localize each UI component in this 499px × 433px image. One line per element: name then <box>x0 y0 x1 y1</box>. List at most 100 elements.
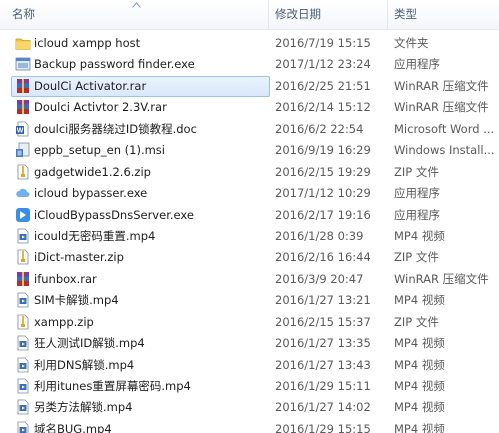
file-date: 2017/1/12 10:29 <box>275 186 371 201</box>
file-name[interactable]: Backup password finder.exe <box>34 54 266 75</box>
rar-icon <box>17 100 29 115</box>
file-name[interactable]: eppb_setup_en (1).msi <box>34 140 266 161</box>
video-icon <box>17 421 29 433</box>
file-type: Microsoft Word ... <box>394 121 495 136</box>
file-name[interactable]: 利用itunes重置屏幕密码.mp4 <box>34 376 266 397</box>
file-name[interactable]: Doulci Activtor 2.3V.rar <box>34 97 266 118</box>
svg-text:W: W <box>17 127 24 134</box>
file-type: ZIP 文件 <box>394 164 439 179</box>
file-type: MP4 视频 <box>394 421 445 433</box>
file-row[interactable]: DoulCi Activator.rar 2016/2/25 21:51 WinRA… <box>0 75 499 97</box>
file-row[interactable]: gadgetwide1.2.6.zip 2016/2/15 19:29 ZIP 文件 <box>0 162 499 183</box>
file-row[interactable]: Wdoulci服务器绕过ID锁教程.doc 2016/6/2 22:54 Micro… <box>0 119 499 140</box>
file-type: WinRAR 压缩文件 <box>394 78 489 93</box>
exe-icon <box>15 58 31 71</box>
file-type: Windows Install... <box>394 143 495 158</box>
file-date: 2017/1/12 23:24 <box>275 57 371 72</box>
file-row[interactable]: 域名BUG.mp4 2016/1/29 15:15 MP4 视频 <box>0 419 499 433</box>
doc-icon: W <box>16 121 29 137</box>
video-icon <box>17 228 29 244</box>
file-row[interactable]: 狂人测试ID解锁.mp4 2016/1/27 13:35 MP4 视频 <box>0 333 499 354</box>
file-row[interactable]: 利用DNS解锁.mp4 2016/1/27 13:43 MP4 视频 <box>0 355 499 376</box>
file-name[interactable]: icloud xampp host <box>34 33 266 54</box>
file-name[interactable]: 利用DNS解锁.mp4 <box>34 355 266 376</box>
file-type: WinRAR 压缩文件 <box>394 271 489 286</box>
file-row[interactable]: icloud xampp host 2016/7/19 15:15 文件夹 <box>0 33 499 54</box>
file-type: MP4 视频 <box>394 336 445 351</box>
file-type: MP4 视频 <box>394 293 445 308</box>
file-name[interactable]: doulci服务器绕过ID锁教程.doc <box>34 119 266 140</box>
file-type: MP4 视频 <box>394 357 445 372</box>
file-date: 2016/9/19 16:29 <box>275 143 371 158</box>
file-type: 文件夹 <box>394 36 429 50</box>
file-row[interactable]: SIM卡解锁.mp4 2016/1/27 13:21 MP4 视频 <box>0 290 499 311</box>
file-date: 2016/1/27 14:02 <box>275 400 371 415</box>
file-name[interactable]: 狂人测试ID解锁.mp4 <box>34 333 266 354</box>
zip-icon <box>17 249 29 265</box>
file-row[interactable]: iDict-master.zip 2016/2/16 16:44 ZIP 文件 <box>0 247 499 268</box>
cloud-icon <box>16 188 30 198</box>
file-name[interactable]: 域名BUG.mp4 <box>34 419 266 433</box>
file-row[interactable]: icloud bypasser.exe 2017/1/12 10:29 应用程序 <box>0 183 499 204</box>
column-header-name[interactable]: 名称 <box>0 0 268 29</box>
file-date: 2016/1/29 15:11 <box>275 379 371 393</box>
msi-icon <box>16 142 30 158</box>
app-icon <box>16 207 30 222</box>
file-row[interactable]: Backup password finder.exe 2017/1/12 23:2… <box>0 54 499 75</box>
file-date: 2016/2/16 16:44 <box>275 250 371 265</box>
file-name[interactable]: SIM卡解锁.mp4 <box>34 290 266 311</box>
file-date: 2016/2/15 19:29 <box>275 164 371 179</box>
zip-icon <box>17 164 29 180</box>
file-date: 2016/6/2 22:54 <box>275 121 364 136</box>
file-date: 2016/1/27 13:35 <box>275 336 371 351</box>
file-date: 2016/1/27 13:43 <box>275 357 371 372</box>
zip-icon <box>17 314 29 330</box>
column-header-bar: 名称 修改日期 类型 <box>0 0 499 30</box>
file-date: 2016/1/28 0:39 <box>275 228 364 243</box>
file-type: MP4 视频 <box>394 379 445 393</box>
file-date: 2016/2/25 21:51 <box>275 78 371 93</box>
file-name[interactable]: iCloudBypassDnsServer.exe <box>34 205 266 226</box>
file-date: 2016/3/9 20:47 <box>275 271 364 286</box>
video-icon <box>17 400 29 415</box>
video-icon <box>17 335 29 351</box>
column-header-date[interactable]: 修改日期 <box>268 0 387 29</box>
file-name[interactable]: icould无密码重置.mp4 <box>34 226 266 247</box>
file-type: ZIP 文件 <box>394 314 439 329</box>
file-type: MP4 视频 <box>394 400 445 415</box>
video-icon <box>17 292 29 308</box>
file-date: 2016/1/27 13:21 <box>275 293 371 308</box>
file-name[interactable]: DoulCi Activator.rar <box>34 76 266 97</box>
file-date: 2016/2/15 15:37 <box>275 314 371 329</box>
file-date: 2016/2/17 19:16 <box>275 207 371 222</box>
file-date: 2016/7/19 15:15 <box>275 36 371 50</box>
file-date: 2016/1/29 15:15 <box>275 421 371 433</box>
file-explorer: 名称 修改日期 类型 icloud xampp host 2016/7/19 15… <box>0 0 499 433</box>
video-icon <box>17 378 29 394</box>
video-icon <box>17 357 29 372</box>
file-list: icloud xampp host 2016/7/19 15:15 文件夹 Backu… <box>0 33 499 433</box>
file-name[interactable]: icloud bypasser.exe <box>34 183 266 204</box>
file-row[interactable]: 另类方法解锁.mp4 2016/1/27 14:02 MP4 视频 <box>0 397 499 418</box>
file-row[interactable]: icould无密码重置.mp4 2016/1/28 0:39 MP4 视频 <box>0 226 499 247</box>
file-name[interactable]: iDict-master.zip <box>34 247 266 268</box>
file-row[interactable]: iCloudBypassDnsServer.exe 2016/2/17 19:16… <box>0 205 499 226</box>
file-name[interactable]: xampp.zip <box>34 312 266 333</box>
file-type: MP4 视频 <box>394 228 445 243</box>
file-type: 应用程序 <box>394 207 440 222</box>
file-name[interactable]: ifunbox.rar <box>34 269 266 290</box>
column-header-type[interactable]: 类型 <box>387 0 499 29</box>
file-row[interactable]: eppb_setup_en (1).msi 2016/9/19 16:29 Wind… <box>0 140 499 161</box>
file-row[interactable]: xampp.zip 2016/2/15 15:37 ZIP 文件 <box>0 312 499 333</box>
file-name[interactable]: 另类方法解锁.mp4 <box>34 397 266 418</box>
file-row[interactable]: Doulci Activtor 2.3V.rar 2016/2/14 15:12 W… <box>0 97 499 118</box>
file-type: 应用程序 <box>394 57 440 72</box>
file-row[interactable]: 利用itunes重置屏幕密码.mp4 2016/1/29 15:11 MP4 视频 <box>0 376 499 397</box>
file-type: 应用程序 <box>394 186 440 201</box>
file-row[interactable]: ifunbox.rar 2016/3/9 20:47 WinRAR 压缩文件 <box>0 269 499 290</box>
file-type: WinRAR 压缩文件 <box>394 100 489 115</box>
file-date: 2016/2/14 15:12 <box>275 100 371 115</box>
file-name[interactable]: gadgetwide1.2.6.zip <box>34 162 266 183</box>
rar-icon <box>17 271 29 286</box>
folder-icon <box>15 38 31 50</box>
